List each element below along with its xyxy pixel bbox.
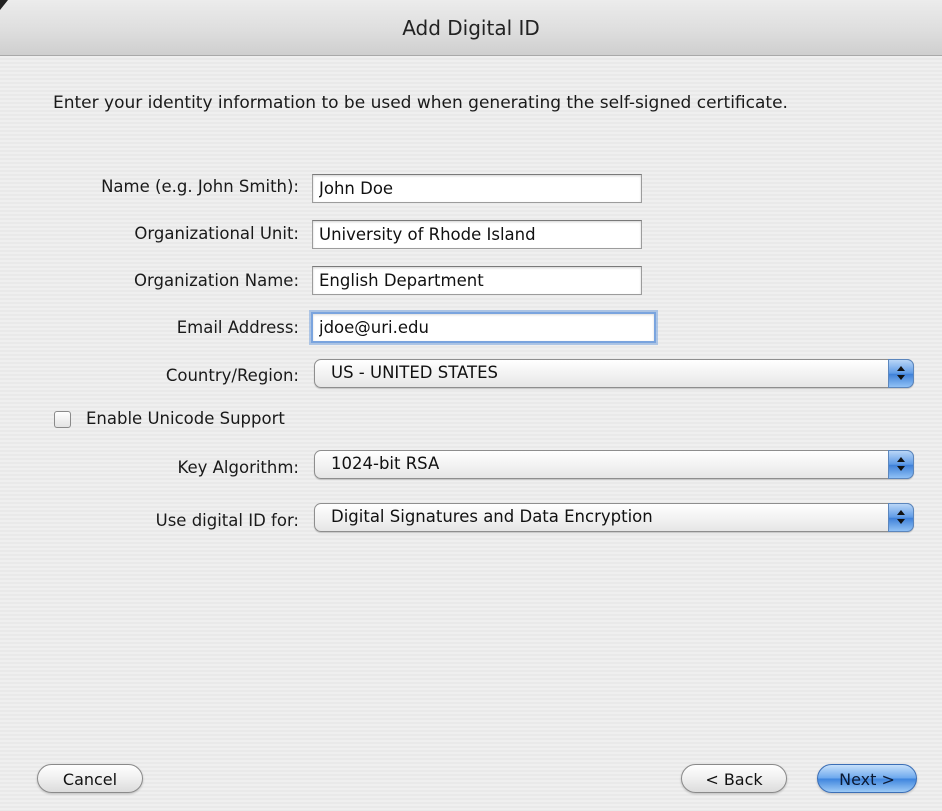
corner-mark <box>0 0 8 10</box>
country-value: US - UNITED STATES <box>331 363 498 382</box>
name-field[interactable] <box>312 174 642 203</box>
key-algorithm-select[interactable]: 1024-bit RSA <box>314 450 914 479</box>
key-algorithm-value: 1024-bit RSA <box>331 454 440 473</box>
cancel-button[interactable]: Cancel <box>37 764 143 793</box>
use-for-value: Digital Signatures and Data Encryption <box>331 507 653 526</box>
org-unit-field[interactable] <box>312 220 642 249</box>
window-title: Add Digital ID <box>402 16 540 40</box>
email-field[interactable] <box>311 312 656 343</box>
add-digital-id-dialog: Add Digital ID Enter your identity infor… <box>0 0 942 811</box>
country-select[interactable]: US - UNITED STATES <box>314 359 914 388</box>
back-button[interactable]: < Back <box>681 764 787 793</box>
intro-text: Enter your identity information to be us… <box>53 93 788 113</box>
org-unit-label: Organizational Unit: <box>134 224 299 243</box>
unicode-checkbox-label: Enable Unicode Support <box>86 409 285 428</box>
key-algorithm-label: Key Algorithm: <box>177 458 299 477</box>
title-bar: Add Digital ID <box>0 0 942 56</box>
popup-arrows-icon <box>888 359 914 388</box>
org-name-label: Organization Name: <box>134 271 299 290</box>
popup-arrows-icon <box>888 503 914 532</box>
email-label: Email Address: <box>176 318 299 337</box>
org-name-field[interactable] <box>312 266 642 295</box>
name-label: Name (e.g. John Smith): <box>101 177 299 196</box>
use-for-label: Use digital ID for: <box>155 511 299 530</box>
popup-arrows-icon <box>888 450 914 479</box>
unicode-checkbox[interactable] <box>54 411 71 428</box>
country-label: Country/Region: <box>165 366 299 385</box>
next-button[interactable]: Next > <box>817 764 917 793</box>
use-for-select[interactable]: Digital Signatures and Data Encryption <box>314 503 914 532</box>
